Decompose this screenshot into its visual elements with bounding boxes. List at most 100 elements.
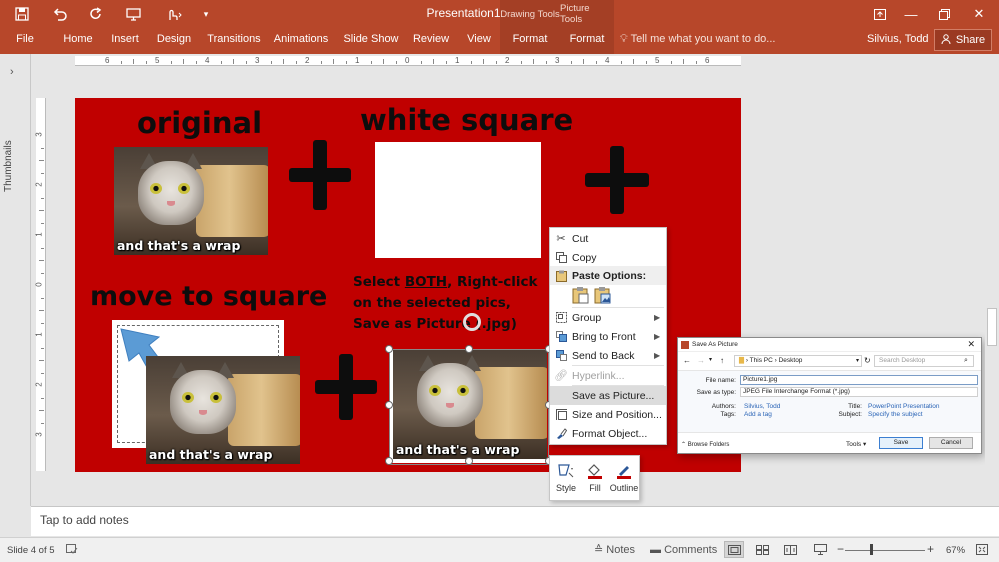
- ruler-label: 3: [255, 56, 260, 65]
- rotate-handle-icon[interactable]: [463, 313, 481, 331]
- cancel-button[interactable]: Cancel: [929, 437, 973, 449]
- slide-counter[interactable]: Slide 4 of 5: [7, 545, 55, 556]
- white-square[interactable]: [375, 142, 541, 258]
- save-button[interactable]: Save: [879, 437, 923, 449]
- menu-label: Bring to Front: [572, 330, 636, 343]
- path-desktop[interactable]: Desktop: [779, 357, 803, 364]
- tab-slide-show[interactable]: Slide Show: [342, 28, 400, 54]
- notes-pane[interactable]: Tap to add notes: [31, 506, 999, 536]
- file-name-input[interactable]: Picture1.jpg: [740, 375, 978, 385]
- fit-to-window-icon[interactable]: [972, 541, 992, 558]
- zoom-in-icon[interactable]: +: [927, 542, 934, 556]
- thumbnails-label[interactable]: Thumbnails: [3, 140, 14, 192]
- share-button[interactable]: Share: [934, 29, 992, 51]
- resize-handle[interactable]: [465, 345, 473, 353]
- resize-handle[interactable]: [465, 457, 473, 465]
- menu-item-cut[interactable]: ✂ Cut: [550, 229, 666, 248]
- browse-folders-toggle[interactable]: ⌃ Browse Folders: [681, 441, 729, 448]
- up-arrow-icon[interactable]: ↑: [720, 356, 724, 365]
- recent-dropdown-icon[interactable]: ▾: [709, 356, 712, 363]
- tools-dropdown[interactable]: Tools ▾: [846, 440, 866, 448]
- paste-picture-icon[interactable]: [594, 286, 614, 305]
- menu-item-bring-to-front[interactable]: Bring to Front ▶: [550, 327, 666, 346]
- horizontal-ruler: 6 5 4 3 2 1 0 1 2 3 4 5 6: [75, 56, 741, 66]
- cat-picture-moved[interactable]: and that's a wrap: [146, 356, 300, 464]
- comments-button[interactable]: ▬ Comments: [650, 541, 717, 558]
- customize-icon[interactable]: ▾: [196, 4, 216, 24]
- menu-item-hyperlink[interactable]: 🔗︎ Hyperlink...: [550, 366, 666, 385]
- menu-item-send-to-back[interactable]: Send to Back ▶: [550, 346, 666, 365]
- chevron-right-icon[interactable]: ›: [10, 66, 14, 78]
- tab-animations[interactable]: Animations: [272, 28, 330, 54]
- notes-button[interactable]: ≙ Notes: [594, 541, 635, 558]
- slide-sorter-icon[interactable]: [752, 541, 772, 558]
- subject-value[interactable]: Specify the subject: [868, 411, 923, 418]
- save-type-select[interactable]: JPEG File Interchange Format (*.jpg): [740, 387, 978, 397]
- scrollbar-thumb[interactable]: [987, 308, 997, 346]
- tab-format-drawing[interactable]: Format: [500, 28, 560, 54]
- forward-arrow-icon[interactable]: →: [697, 356, 705, 365]
- cat-picture-original[interactable]: and that's a wrap: [114, 147, 268, 255]
- present-icon[interactable]: [123, 4, 143, 24]
- tab-format-picture[interactable]: Format: [560, 28, 614, 54]
- zoom-slider[interactable]: [845, 550, 925, 551]
- menu-label: Save as Picture...: [572, 389, 655, 402]
- close-icon[interactable]: ✕: [961, 0, 997, 28]
- resize-handle[interactable]: [385, 401, 393, 409]
- save-icon[interactable]: [12, 4, 32, 24]
- redo-icon[interactable]: [86, 4, 106, 24]
- menu-item-size-position[interactable]: Size and Position...: [550, 405, 666, 424]
- resize-handle[interactable]: [385, 457, 393, 465]
- search-input[interactable]: Search Desktop: [874, 355, 974, 367]
- undo-icon[interactable]: [50, 4, 70, 24]
- spell-check-icon[interactable]: [62, 541, 82, 558]
- paste-icon: [550, 270, 572, 282]
- zoom-out-icon[interactable]: −: [837, 542, 844, 556]
- close-icon[interactable]: ✕: [967, 339, 975, 350]
- context-menu: ✂ Cut Copy Paste Options: Group ▶ Bring to…: [549, 227, 667, 445]
- tags-value[interactable]: Add a tag: [744, 411, 772, 418]
- reading-view-icon[interactable]: [780, 541, 800, 558]
- outline-button[interactable]: Outline: [609, 459, 639, 499]
- path-this-pc[interactable]: This PC: [750, 357, 773, 364]
- tab-transitions[interactable]: Transitions: [206, 28, 262, 54]
- resize-handle[interactable]: [385, 345, 393, 353]
- refresh-icon[interactable]: ↻: [864, 356, 871, 365]
- tab-file[interactable]: File: [10, 28, 40, 54]
- powerpoint-app-icon: [681, 341, 689, 349]
- paste-keep-formatting-icon[interactable]: [572, 286, 592, 305]
- tab-review[interactable]: Review: [410, 28, 452, 54]
- ruler-tick: [39, 210, 44, 211]
- menu-item-format-object[interactable]: Format Object...: [550, 424, 666, 443]
- tab-insert[interactable]: Insert: [106, 28, 144, 54]
- save-as-picture-dialog: Save As Picture ✕ ← → ▾ ↑ ▇ › This PC › …: [677, 337, 982, 454]
- vertical-scrollbar[interactable]: [985, 54, 999, 506]
- ruler-label: 6: [105, 56, 110, 65]
- normal-view-icon[interactable]: [724, 541, 744, 558]
- ruler-tick: [245, 61, 247, 64]
- notes-placeholder[interactable]: Tap to add notes: [40, 513, 129, 527]
- slideshow-view-icon[interactable]: [810, 541, 830, 558]
- tab-view[interactable]: View: [462, 28, 496, 54]
- tab-design[interactable]: Design: [154, 28, 194, 54]
- minimize-icon[interactable]: —: [893, 0, 929, 28]
- touch-mode-icon[interactable]: [162, 4, 186, 24]
- restore-icon[interactable]: [926, 0, 962, 28]
- menu-item-copy[interactable]: Copy: [550, 248, 666, 267]
- path-dropdown-icon[interactable]: ▾: [856, 357, 859, 364]
- instructions-text[interactable]: Select BOTH, Right-click on the selected…: [353, 272, 538, 335]
- fill-button[interactable]: Fill: [580, 459, 610, 499]
- style-button[interactable]: Style: [551, 459, 581, 499]
- zoom-level[interactable]: 67%: [946, 545, 965, 556]
- tell-me-search[interactable]: 💡︎ Tell me what you want to do...: [620, 28, 775, 54]
- path-bar[interactable]: ▇ › This PC › Desktop: [734, 355, 862, 367]
- authors-value[interactable]: Silvius, Todd: [744, 403, 780, 410]
- tab-home[interactable]: Home: [58, 28, 98, 54]
- menu-item-group[interactable]: Group ▶: [550, 308, 666, 327]
- zoom-slider-thumb[interactable]: [870, 544, 873, 555]
- user-name[interactable]: Silvius, Todd: [867, 28, 929, 50]
- back-arrow-icon[interactable]: ←: [683, 356, 691, 365]
- menu-item-save-as-picture[interactable]: Save as Picture...: [550, 386, 666, 405]
- title-value[interactable]: PowerPoint Presentation: [868, 403, 940, 410]
- ruler-tick: [620, 61, 622, 64]
